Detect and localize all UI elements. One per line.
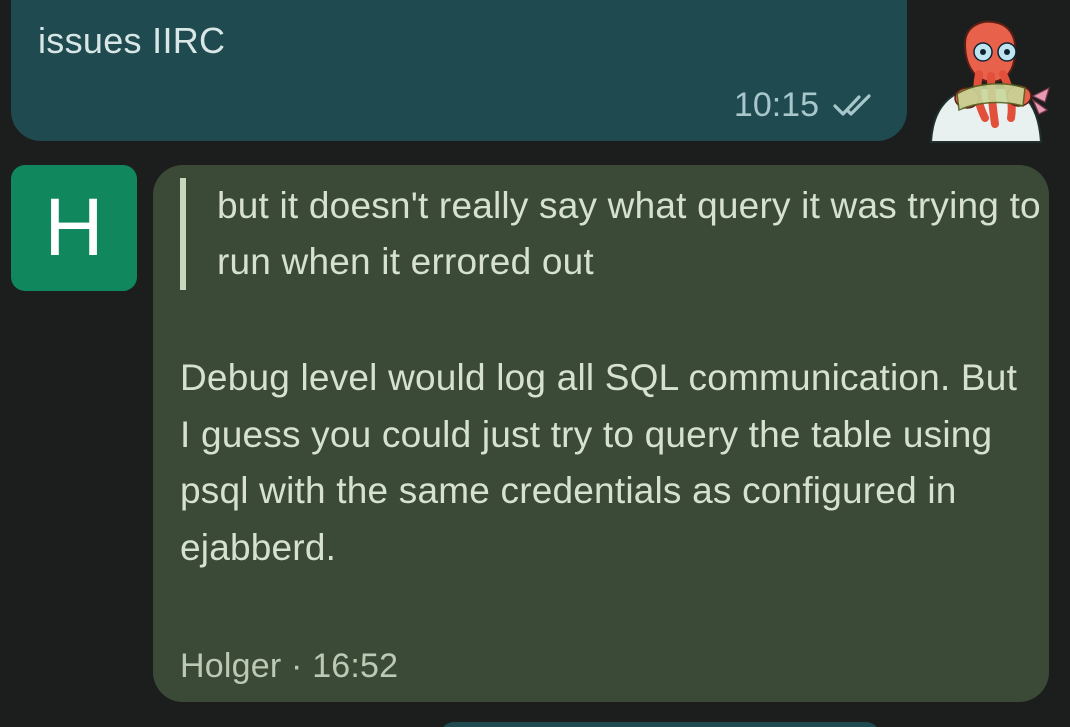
quoted-text: but it doesn't really say what query it … [180,178,1067,290]
message-meta: Holger · 16:52 [180,647,398,686]
sender-avatar[interactable]: H [11,165,137,291]
meta-separator: · [281,647,313,685]
avatar-letter: H [44,182,104,273]
chat-conversation: issues IIRC 10:15 H but it doesn't reall… [0,0,1070,727]
message-time: 16:52 [312,647,399,685]
message-text: issues IIRC [38,20,226,61]
next-message-bubble[interactable] [440,722,880,727]
message-time: 10:15 [733,86,819,124]
message-text: Debug level would log all SQL communicat… [180,357,1018,568]
double-check-icon [833,93,879,119]
message-meta: 10:15 [734,86,879,125]
sender-name: Holger [180,647,282,685]
cartoon-avatar-image[interactable] [921,14,1053,146]
outgoing-message-bubble[interactable]: issues IIRC 10:15 [11,0,907,141]
incoming-message-bubble[interactable]: but it doesn't really say what query it … [153,165,1049,702]
